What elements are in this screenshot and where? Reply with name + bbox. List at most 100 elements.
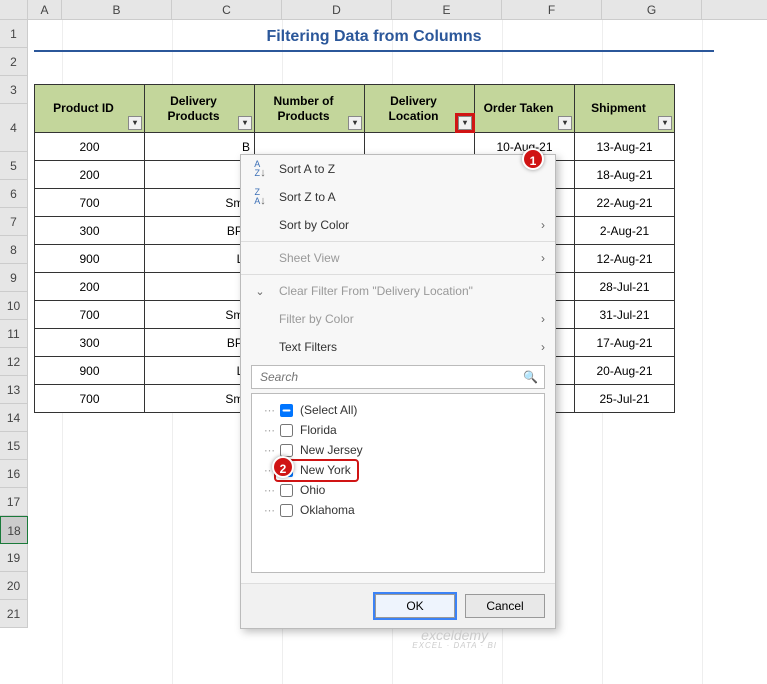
row-header[interactable]: 8	[0, 236, 28, 264]
cell-shipment[interactable]: 17-Aug-21	[575, 329, 675, 357]
select-all-cell[interactable]	[0, 0, 28, 19]
col-header-A[interactable]: A	[28, 0, 62, 19]
cell-shipment[interactable]: 18-Aug-21	[575, 161, 675, 189]
col-header-B[interactable]: B	[62, 0, 172, 19]
autofilter-dropdown: AZ↓ Sort A to Z ZA↓ Sort Z to A Sort by …	[240, 154, 556, 629]
filter-icon[interactable]: ▾	[558, 116, 572, 130]
cell-product-id[interactable]: 900	[35, 245, 145, 273]
search-input[interactable]	[258, 369, 523, 385]
row-header[interactable]: 10	[0, 292, 28, 320]
row-header-selected[interactable]: 18	[0, 516, 28, 544]
cell-delivery-products[interactable]: La	[145, 357, 255, 385]
cell-shipment[interactable]: 13-Aug-21	[575, 133, 675, 161]
cell-delivery-products[interactable]: BP r	[145, 329, 255, 357]
filter-checkbox[interactable]	[280, 444, 293, 457]
cell-delivery-products[interactable]: B	[145, 273, 255, 301]
cell-product-id[interactable]: 300	[35, 329, 145, 357]
filter-icon[interactable]: ▾	[238, 116, 252, 130]
filter-option[interactable]: ⋯Ohio	[258, 480, 538, 500]
cancel-button[interactable]: Cancel	[465, 594, 545, 618]
row-header[interactable]: 16	[0, 460, 28, 488]
filter-option-label: Oklahoma	[300, 503, 355, 517]
cell-shipment[interactable]: 31-Jul-21	[575, 301, 675, 329]
sort-az-item[interactable]: AZ↓ Sort A to Z	[241, 155, 555, 183]
cell-delivery-products[interactable]: B	[145, 161, 255, 189]
cell-delivery-products[interactable]: Sma	[145, 385, 255, 413]
filter-checklist[interactable]: ⋯(Select All)⋯Florida⋯New Jersey⋯New Yor…	[251, 393, 545, 573]
row-header[interactable]: 1	[0, 20, 28, 48]
text-filters-item[interactable]: Text Filters ›	[241, 333, 555, 361]
cell-delivery-products[interactable]: La	[145, 245, 255, 273]
sort-za-item[interactable]: ZA↓ Sort Z to A	[241, 183, 555, 211]
chevron-right-icon: ›	[541, 218, 545, 232]
cell-product-id[interactable]: 700	[35, 189, 145, 217]
header-shipment[interactable]: Shipment ▾	[575, 85, 675, 133]
cell-product-id[interactable]: 700	[35, 301, 145, 329]
cell-product-id[interactable]: 700	[35, 385, 145, 413]
sort-by-color-item[interactable]: Sort by Color ›	[241, 211, 555, 239]
cell-shipment[interactable]: 2-Aug-21	[575, 217, 675, 245]
header-number-products[interactable]: Number of Products ▾	[255, 85, 365, 133]
filter-option-label: (Select All)	[300, 403, 357, 417]
filter-icon[interactable]: ▾	[658, 116, 672, 130]
row-header[interactable]: 17	[0, 488, 28, 516]
filter-icon[interactable]: ▾	[348, 116, 362, 130]
ok-button[interactable]: OK	[375, 594, 455, 618]
filter-checkbox[interactable]	[280, 404, 293, 417]
row-header[interactable]: 4	[0, 104, 28, 152]
cell-product-id[interactable]: 300	[35, 217, 145, 245]
search-box[interactable]: 🔍	[251, 365, 545, 389]
cell-shipment[interactable]: 22-Aug-21	[575, 189, 675, 217]
col-header-E[interactable]: E	[392, 0, 502, 19]
col-header-F[interactable]: F	[502, 0, 602, 19]
row-header[interactable]: 11	[0, 320, 28, 348]
cell-delivery-products[interactable]: BP r	[145, 217, 255, 245]
cell-product-id[interactable]: 200	[35, 133, 145, 161]
header-delivery-location[interactable]: Delivery Location ▾	[365, 85, 475, 133]
filter-option[interactable]: ⋯New Jersey	[258, 440, 538, 460]
header-delivery-products[interactable]: Delivery Products ▾	[145, 85, 255, 133]
row-header[interactable]: 12	[0, 348, 28, 376]
filter-option[interactable]: ⋯Oklahoma	[258, 500, 538, 520]
row-header[interactable]: 14	[0, 404, 28, 432]
cell-shipment[interactable]: 28-Jul-21	[575, 273, 675, 301]
filter-option[interactable]: ⋯(Select All)	[258, 400, 538, 420]
funnel-icon: ⌄	[251, 285, 269, 298]
filter-checkbox[interactable]	[280, 504, 293, 517]
row-header[interactable]: 9	[0, 264, 28, 292]
cell-delivery-products[interactable]: Sma	[145, 189, 255, 217]
row-header[interactable]: 7	[0, 208, 28, 236]
cell-shipment[interactable]: 25-Jul-21	[575, 385, 675, 413]
row-header[interactable]: 6	[0, 180, 28, 208]
cell-delivery-products[interactable]: Sma	[145, 301, 255, 329]
row-header[interactable]: 21	[0, 600, 28, 628]
row-header[interactable]: 15	[0, 432, 28, 460]
cell-product-id[interactable]: 900	[35, 357, 145, 385]
row-header[interactable]: 13	[0, 376, 28, 404]
sheet-view-item: Sheet View ›	[241, 244, 555, 272]
cell-delivery-products[interactable]: B	[145, 133, 255, 161]
filter-checkbox[interactable]	[280, 424, 293, 437]
filter-checkbox[interactable]	[280, 484, 293, 497]
cell-shipment[interactable]: 12-Aug-21	[575, 245, 675, 273]
row-header[interactable]: 2	[0, 48, 28, 76]
sort-za-icon: ZA↓	[251, 188, 269, 207]
clear-filter-item: ⌄ Clear Filter From "Delivery Location"	[241, 277, 555, 305]
row-header[interactable]: 19	[0, 544, 28, 572]
row-header[interactable]: 3	[0, 76, 28, 104]
cell-product-id[interactable]: 200	[35, 161, 145, 189]
header-product-id[interactable]: Product ID ▾	[35, 85, 145, 133]
filter-icon-active[interactable]: ▾	[458, 116, 472, 130]
row-header[interactable]: 5	[0, 152, 28, 180]
page-title: Filtering Data from Columns	[34, 28, 714, 52]
cell-product-id[interactable]: 200	[35, 273, 145, 301]
col-header-C[interactable]: C	[172, 0, 282, 19]
cell-shipment[interactable]: 20-Aug-21	[575, 357, 675, 385]
header-order-taken[interactable]: Order Taken ▾	[475, 85, 575, 133]
filter-icon[interactable]: ▾	[128, 116, 142, 130]
col-header-D[interactable]: D	[282, 0, 392, 19]
col-header-G[interactable]: G	[602, 0, 702, 19]
filter-option[interactable]: ⋯New York	[258, 460, 538, 480]
filter-option[interactable]: ⋯Florida	[258, 420, 538, 440]
row-header[interactable]: 20	[0, 572, 28, 600]
